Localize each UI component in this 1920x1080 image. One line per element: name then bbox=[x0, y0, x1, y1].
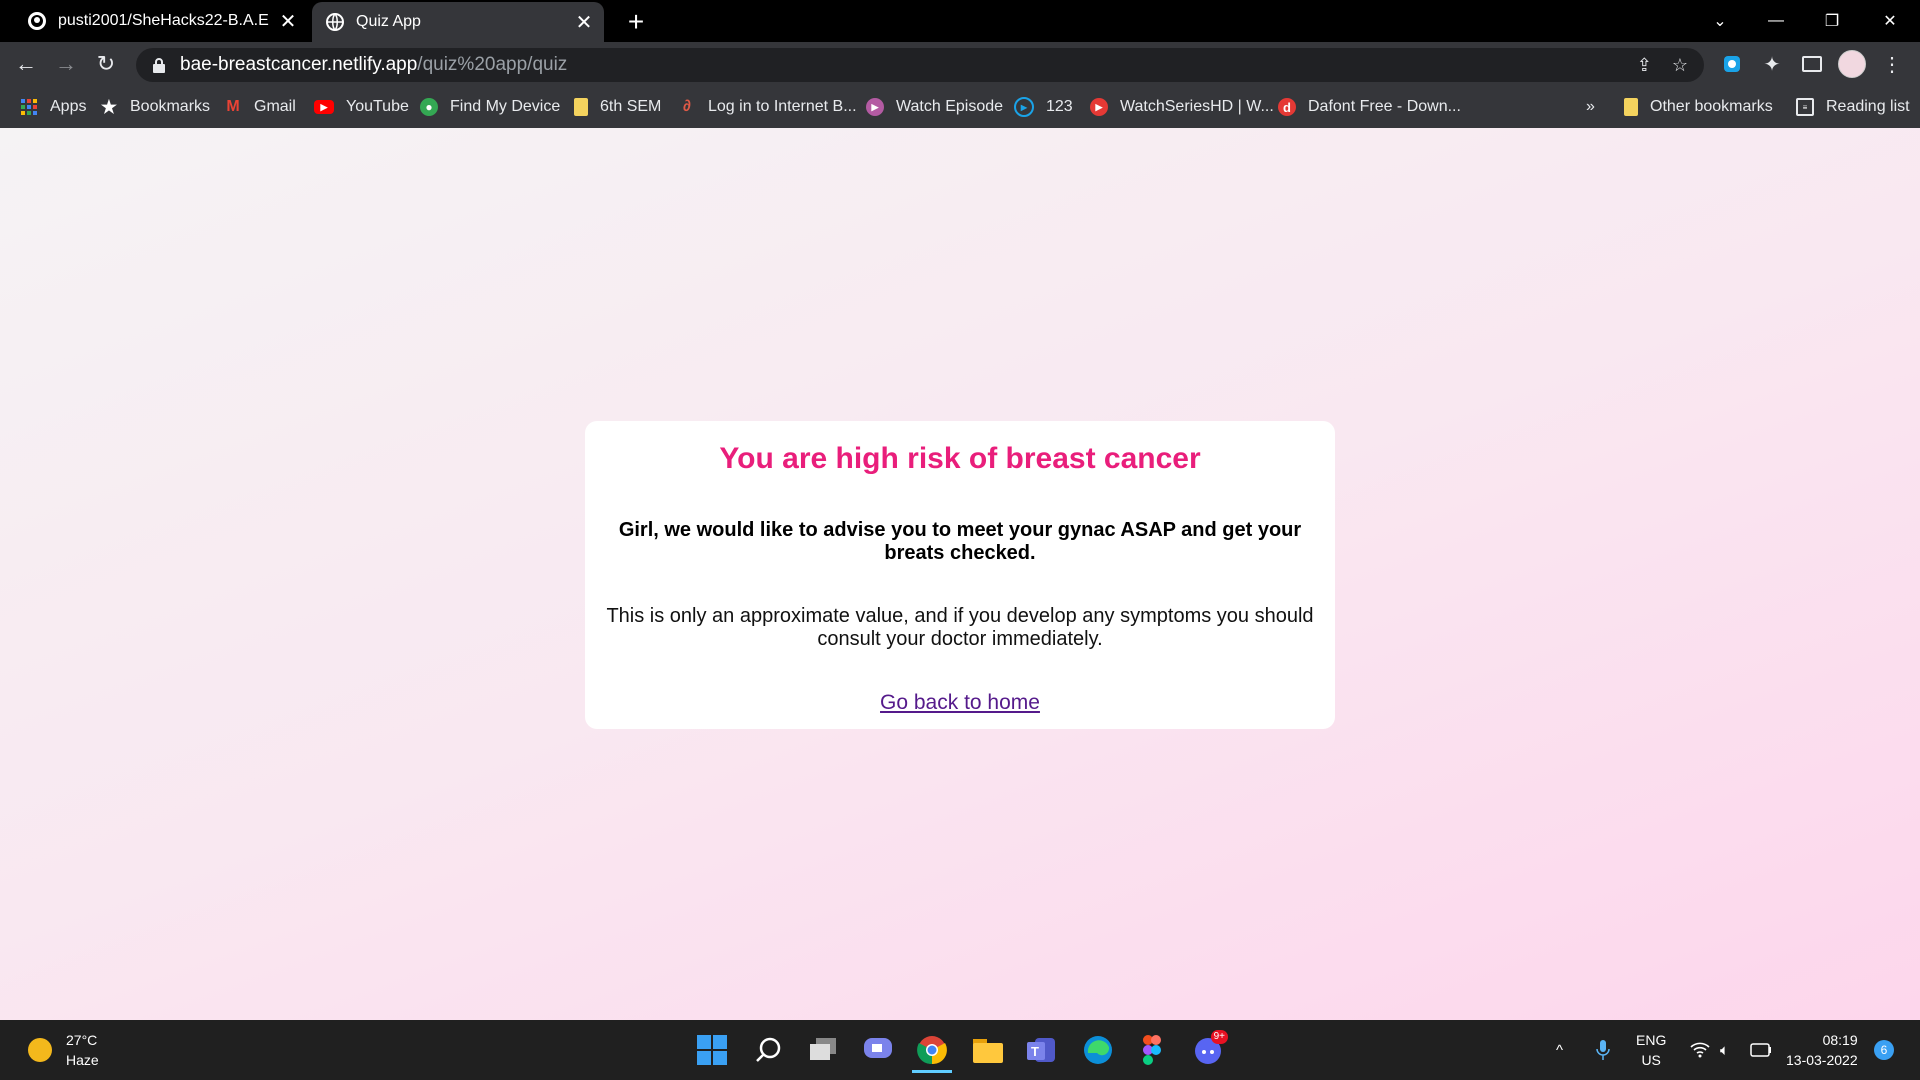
menu-icon[interactable]: ⋮ bbox=[1876, 48, 1908, 80]
bookmark-watchserieshd[interactable]: ▶ WatchSeriesHD | W... bbox=[1090, 86, 1274, 128]
cast-icon[interactable] bbox=[1796, 48, 1828, 80]
result-card: You are high risk of breast cancer Girl,… bbox=[585, 421, 1335, 729]
bookmark-gmail[interactable]: M Gmail bbox=[224, 86, 295, 128]
teams-icon[interactable]: T bbox=[1022, 1030, 1062, 1070]
notification-badge[interactable]: 6 bbox=[1874, 1020, 1894, 1080]
tab-strip: pusti2001/SheHacks22-B.A.E ✕ Quiz App ✕ … bbox=[0, 0, 1920, 42]
page-background: You are high risk of breast cancer Girl,… bbox=[0, 128, 1920, 1020]
chat-icon[interactable] bbox=[858, 1030, 898, 1070]
close-tab-icon[interactable]: ✕ bbox=[570, 8, 598, 36]
bookmarks-bar: Apps ★ Bookmarks M Gmail ▶ YouTube ● Fin… bbox=[0, 86, 1920, 129]
bookmark-youtube[interactable]: ▶ YouTube bbox=[314, 86, 409, 128]
bookmark-watch-episode[interactable]: ▶ Watch Episode bbox=[866, 86, 1003, 128]
youtube-icon: ▶ bbox=[314, 100, 334, 114]
bookmark-other[interactable]: Other bookmarks bbox=[1624, 86, 1773, 128]
reload-button[interactable]: ↻ bbox=[90, 48, 122, 80]
play-circle-icon: ▶ bbox=[1014, 97, 1034, 117]
extension-icon[interactable] bbox=[1716, 48, 1748, 80]
bookmark-6th-sem[interactable]: 6th SEM bbox=[574, 86, 661, 128]
chrome-icon[interactable] bbox=[912, 1030, 952, 1073]
dafont-icon: d bbox=[1278, 98, 1296, 116]
figma-icon[interactable] bbox=[1132, 1030, 1172, 1070]
avatar[interactable] bbox=[1836, 48, 1868, 80]
play-icon: ▶ bbox=[866, 98, 884, 116]
language-indicator[interactable]: ENG US bbox=[1636, 1020, 1666, 1080]
battery-icon[interactable] bbox=[1750, 1020, 1772, 1080]
svg-text:T: T bbox=[1031, 1044, 1039, 1059]
temperature: 27°C bbox=[66, 1032, 98, 1048]
tab-github[interactable]: pusti2001/SheHacks22-B.A.E ✕ bbox=[0, 0, 308, 42]
result-heading: You are high risk of breast cancer bbox=[719, 442, 1201, 475]
bookmark-bookmarks[interactable]: ★ Bookmarks bbox=[100, 86, 210, 128]
address-bar[interactable]: bae-breastcancer.netlify.app/quiz%20app/… bbox=[136, 48, 1704, 82]
bookmark-apps[interactable]: Apps bbox=[20, 86, 86, 128]
folder-icon bbox=[1624, 98, 1638, 116]
link-icon: ∂ bbox=[683, 98, 691, 115]
bookmarks-overflow-button[interactable]: » bbox=[1586, 86, 1595, 128]
browser-toolbar: ← → ↻ bae-breastcancer.netlify.app/quiz%… bbox=[0, 42, 1920, 86]
close-window-button[interactable]: ✕ bbox=[1862, 0, 1918, 42]
discord-icon[interactable]: 9+ bbox=[1188, 1030, 1228, 1070]
weather-sun-icon bbox=[28, 1038, 52, 1062]
lock-icon[interactable] bbox=[152, 57, 166, 73]
microphone-icon[interactable] bbox=[1596, 1020, 1610, 1080]
tab-title: Quiz App bbox=[356, 13, 421, 30]
github-icon bbox=[28, 12, 46, 30]
taskbar: 27°C Haze T 9+ ^ ENG US 🔈︎ 08:19 13-03-2… bbox=[0, 1020, 1920, 1080]
restore-button[interactable]: ❐ bbox=[1804, 0, 1860, 42]
star-icon: ★ bbox=[100, 96, 118, 117]
reading-list-button[interactable]: ≡ Reading list bbox=[1796, 86, 1910, 128]
forward-button[interactable]: → bbox=[50, 48, 82, 80]
advice-text: Girl, we would like to advise you to mee… bbox=[618, 519, 1302, 564]
gmail-icon: M bbox=[226, 98, 240, 115]
extensions-puzzle-icon[interactable]: ✦ bbox=[1756, 48, 1788, 80]
task-view-icon[interactable] bbox=[804, 1030, 844, 1070]
edge-icon[interactable] bbox=[1078, 1030, 1118, 1070]
close-tab-icon[interactable]: ✕ bbox=[274, 7, 302, 35]
tab-search-icon[interactable]: ⌄ bbox=[1692, 0, 1748, 42]
new-tab-button[interactable]: + bbox=[620, 6, 652, 38]
wifi-icon[interactable] bbox=[1690, 1020, 1710, 1080]
weather-widget[interactable]: 27°C Haze bbox=[28, 1030, 99, 1070]
reading-list-icon: ≡ bbox=[1796, 98, 1814, 116]
tab-quiz-app[interactable]: Quiz App ✕ bbox=[312, 2, 604, 42]
share-icon[interactable]: ⇪ bbox=[1637, 55, 1652, 76]
disclaimer-text: This is only an approximate value, and i… bbox=[606, 605, 1314, 650]
globe-icon bbox=[326, 13, 344, 31]
bookmark-123[interactable]: ▶ 123 bbox=[1014, 86, 1073, 128]
weather-condition: Haze bbox=[66, 1052, 99, 1068]
minimize-button[interactable]: — bbox=[1748, 0, 1804, 42]
tab-title: pusti2001/SheHacks22-B.A.E bbox=[58, 12, 269, 29]
back-button[interactable]: ← bbox=[10, 48, 42, 80]
file-explorer-icon[interactable] bbox=[968, 1030, 1008, 1070]
search-icon[interactable] bbox=[748, 1030, 788, 1070]
bookmark-find-my-device[interactable]: ● Find My Device bbox=[420, 86, 560, 128]
volume-icon[interactable]: 🔈︎ bbox=[1720, 1020, 1729, 1080]
apps-grid-icon bbox=[20, 98, 38, 116]
bookmark-login-internet[interactable]: ∂ Log in to Internet B... bbox=[678, 86, 857, 128]
bookmark-star-icon[interactable]: ☆ bbox=[1672, 55, 1688, 76]
find-device-icon: ● bbox=[420, 98, 438, 116]
show-hidden-icons-button[interactable]: ^ bbox=[1556, 1020, 1563, 1080]
go-back-home-link[interactable]: Go back to home bbox=[880, 691, 1040, 715]
url-text: bae-breastcancer.netlify.app/quiz%20app/… bbox=[180, 54, 568, 75]
bookmark-dafont[interactable]: d Dafont Free - Down... bbox=[1278, 86, 1461, 128]
discord-badge: 9+ bbox=[1210, 1030, 1228, 1044]
clock[interactable]: 08:19 13-03-2022 bbox=[1786, 1020, 1858, 1080]
start-button[interactable] bbox=[692, 1030, 732, 1070]
play-red-icon: ▶ bbox=[1090, 98, 1108, 116]
folder-icon bbox=[574, 98, 588, 116]
